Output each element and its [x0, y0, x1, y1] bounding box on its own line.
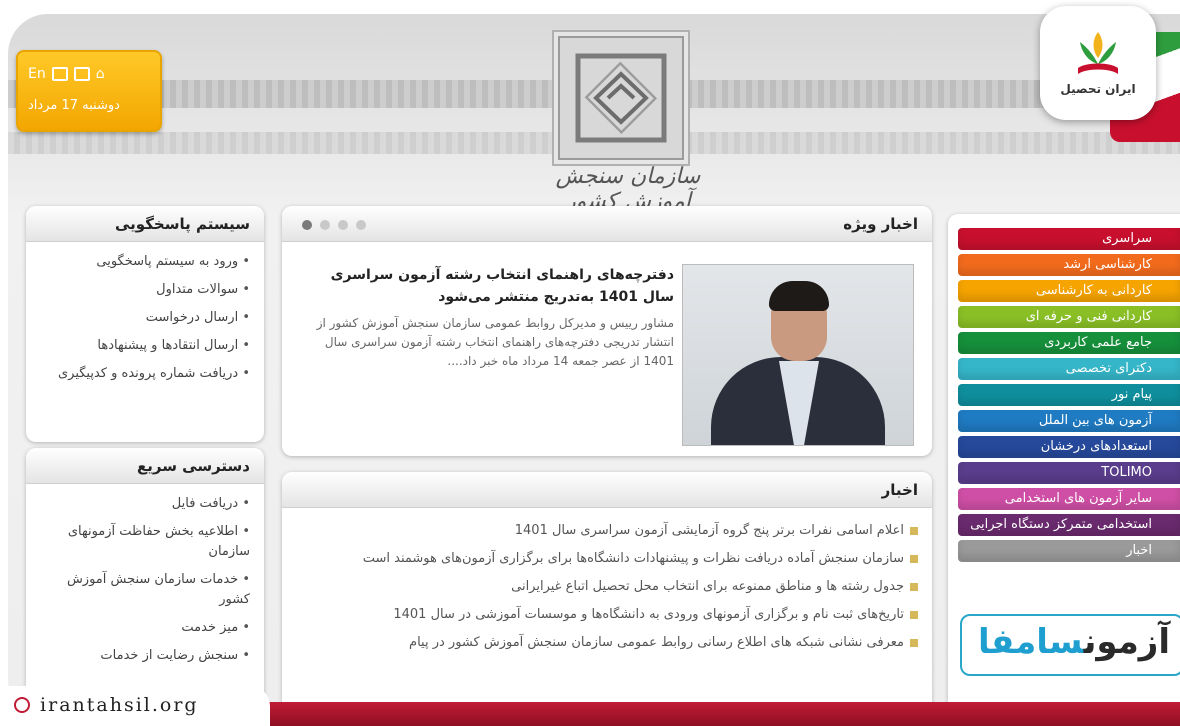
- brand-name: ایران تحصیل: [1060, 82, 1136, 96]
- news-title: اخبار: [282, 472, 932, 508]
- logo-emblem-icon: [575, 53, 667, 143]
- exam-menu-item[interactable]: کارشناسی ارشد: [958, 254, 1180, 276]
- featured-summary: مشاور رییس و مدیرکل روابط عمومی سازمان س…: [316, 316, 674, 368]
- quick-access-link[interactable]: سنجش رضایت از خدمات: [40, 646, 250, 666]
- exam-menu-item[interactable]: آزمون های بین الملل: [958, 410, 1180, 432]
- support-link[interactable]: ورود به سیستم پاسخگویی: [40, 252, 250, 272]
- support-link[interactable]: دریافت شماره پرونده و کدپیگیری: [40, 364, 250, 384]
- exam-menu-item[interactable]: کاردانی به کارشناسی: [958, 280, 1180, 302]
- home-icon[interactable]: ⌂: [96, 66, 105, 82]
- support-panel: سیستم پاسخگویی ورود به سیستم پاسخگویی سو…: [26, 206, 264, 442]
- exam-menu-item[interactable]: کاردانی فنی و حرفه ای: [958, 306, 1180, 328]
- slider-dots: [302, 220, 366, 230]
- news-item[interactable]: اعلام اسامی نفرات برتر پنج گروه آزمایشی …: [296, 520, 918, 542]
- quick-access-link[interactable]: خدمات سازمان سنجش آموزش کشور: [40, 570, 250, 610]
- support-link[interactable]: ارسال انتقادها و پیشنهادها: [40, 336, 250, 356]
- exam-menu-item[interactable]: استعدادهای درخشان: [958, 436, 1180, 458]
- slider-dot[interactable]: [320, 220, 330, 230]
- watermark-text: irantahsil.org: [40, 694, 199, 716]
- samfa-prefix: آزمون: [1083, 622, 1170, 662]
- news-item[interactable]: جدول رشته ها و مناطق ممنوعه برای انتخاب …: [296, 576, 918, 598]
- news-panel: اخبار اعلام اسامی نفرات برتر پنج گروه آز…: [282, 472, 932, 720]
- exam-menu-item[interactable]: سراسری: [958, 228, 1180, 250]
- samfa-banner[interactable]: آزمونسامفا: [960, 614, 1180, 676]
- sitemap-icon[interactable]: [51, 67, 68, 81]
- samfa-name: سامفا: [977, 622, 1084, 662]
- globe-icon: [14, 697, 30, 713]
- support-link[interactable]: سوالات متداول: [40, 280, 250, 300]
- quick-access-link[interactable]: اطلاعیه بخش حفاظت آزمونهای سازمان: [40, 522, 250, 562]
- featured-photo[interactable]: [682, 264, 914, 446]
- quick-access-title: دسترسی سریع: [26, 448, 264, 484]
- featured-news-panel: اخبار ویژه دفترچه‌های راهنمای انتخاب رشت…: [282, 206, 932, 456]
- slider-dot[interactable]: [302, 220, 312, 230]
- current-date: دوشنبه 17 مرداد: [28, 98, 120, 113]
- site-watermark: irantahsil.org: [0, 686, 270, 726]
- news-item[interactable]: تاریخ‌های ثبت نام و برگزاری آزمونهای ورو…: [296, 604, 918, 626]
- quick-access-panel: دسترسی سریع دریافت فایل اطلاعیه بخش حفاظ…: [26, 448, 264, 720]
- exam-menu-item[interactable]: پیام نور: [958, 384, 1180, 406]
- org-title: سازمان سنجش آموزش کشور: [555, 164, 701, 214]
- exam-menu-item[interactable]: استخدامی متمرکز دستگاه اجرایی: [958, 514, 1180, 536]
- english-link[interactable]: En: [28, 66, 46, 82]
- brand-logo-icon: [1078, 32, 1118, 74]
- slider-dot[interactable]: [338, 220, 348, 230]
- featured-news-title: اخبار ویژه: [282, 206, 932, 242]
- support-title: سیستم پاسخگویی: [26, 206, 264, 242]
- slider-dot[interactable]: [356, 220, 366, 230]
- exam-menu-item[interactable]: جامع علمی کاربردی: [958, 332, 1180, 354]
- org-logo[interactable]: [558, 36, 684, 160]
- mail-icon[interactable]: [73, 67, 90, 81]
- news-item[interactable]: معرفی نشانی شبکه های اطلاع رسانی روابط ع…: [296, 632, 918, 654]
- quick-access-link[interactable]: دریافت فایل: [40, 494, 250, 514]
- date-box: En ⌂ دوشنبه 17 مرداد: [16, 50, 162, 132]
- quick-access-link[interactable]: میز خدمت: [40, 618, 250, 638]
- exam-menu-item[interactable]: TOLIMO: [958, 462, 1180, 484]
- support-link[interactable]: ارسال درخواست: [40, 308, 250, 328]
- brand-badge: ایران تحصیل: [1040, 6, 1156, 120]
- exam-menu-item[interactable]: اخبار: [958, 540, 1180, 562]
- exam-menu-item[interactable]: دکترای تخصصی: [958, 358, 1180, 380]
- exam-menu-item[interactable]: سایر آزمون های استخدامی: [958, 488, 1180, 510]
- featured-headline[interactable]: دفترچه‌های راهنمای انتخاب رشته آزمون سرا…: [296, 264, 674, 308]
- news-item[interactable]: سازمان سنجش آماده دریافت نظرات و پیشنهاد…: [296, 548, 918, 570]
